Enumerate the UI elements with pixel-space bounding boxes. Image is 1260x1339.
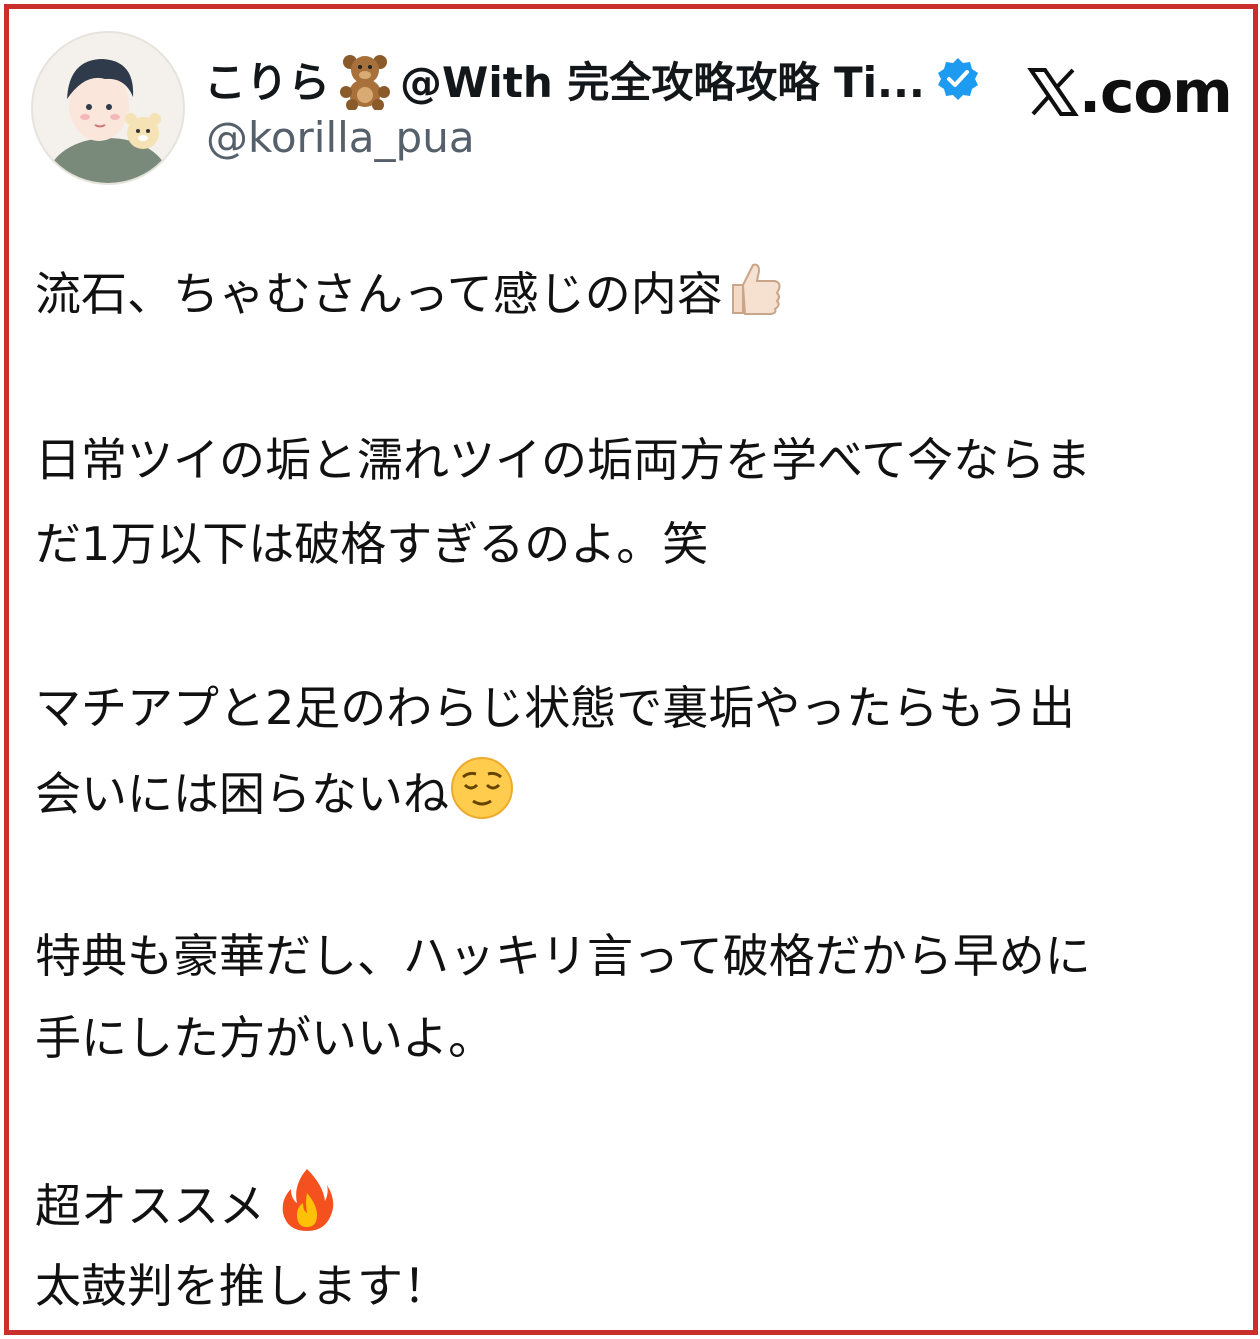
post-line-6: 特典も豪華だし、ハッキリ言って破格だから早めに (35, 929, 1091, 983)
post-line-8: 超オススメ (35, 1167, 335, 1237)
teddy-bear-icon (334, 48, 396, 111)
post-line-2: 日常ツイの垢と濡れツイの垢両方を学べて今ならま (35, 433, 1092, 487)
relieved-face-icon (449, 755, 515, 840)
post-line-9: 太鼓判を推します！ (35, 1259, 449, 1313)
x-logo-icon (1027, 66, 1079, 118)
post-line-text: 会いには困らないね (35, 767, 449, 821)
post-line-text: 流石、ちゃむさんって感じの内容 (35, 267, 723, 321)
x-brand-text: .com (1079, 58, 1233, 126)
post-line-7: 手にした方がいいよ。 (35, 1011, 495, 1065)
author-handle[interactable]: @korilla_pua (206, 113, 475, 162)
author-name-row[interactable]: こりら @With 完全攻略攻略 Ti... (204, 48, 981, 111)
x-brand-logo: .com (1027, 57, 1233, 127)
verified-badge-icon (935, 56, 981, 102)
post-line-1: 流石、ちゃむさんって感じの内容 (35, 257, 785, 327)
post-line-text: 超オススメ (35, 1179, 265, 1233)
author-display-name: こりら (204, 57, 331, 107)
author-display-name-suffix: @With 完全攻略攻略 Ti... (400, 57, 925, 107)
post-line-5: 会いには困らないね (35, 755, 515, 825)
post-line-3: だ1万以下は破格すぎるのよ。笑 (35, 517, 709, 571)
thumbs-up-icon (723, 257, 785, 338)
fire-icon (279, 1167, 335, 1252)
avatar-illustration-icon (48, 59, 168, 183)
post-line-4: マチアプと2足のわらじ状態で裏垢やったらもう出 (35, 681, 1075, 735)
post-card: こりら @With 完全攻略攻略 Ti... @korilla_pua .com… (4, 4, 1258, 1335)
author-avatar[interactable] (31, 31, 185, 185)
